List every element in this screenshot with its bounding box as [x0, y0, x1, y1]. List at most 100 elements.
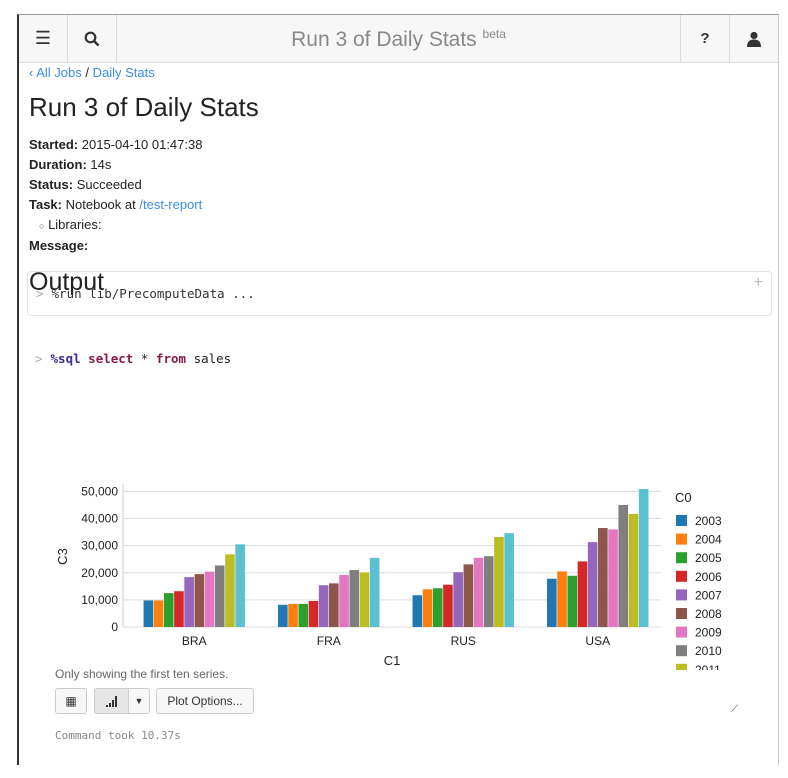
legend-swatch — [676, 608, 687, 619]
y-tick-label: 0 — [111, 620, 118, 634]
notebook-cell-sql[interactable]: > %sql select * from sales — [35, 351, 231, 366]
duration-value: 14s — [90, 157, 112, 172]
user-button[interactable] — [729, 15, 778, 62]
y-tick-label: 20,000 — [81, 566, 118, 580]
legend-swatch — [676, 515, 687, 526]
started-label: Started: — [29, 137, 79, 152]
bar — [359, 572, 370, 627]
app-window: ☰ Run 3 of Daily Stats beta ? ‹ All Jobs… — [17, 14, 779, 765]
legend-swatch — [676, 533, 687, 545]
chart-view-button[interactable] — [94, 688, 130, 714]
bar — [598, 528, 608, 627]
task-label: Task: — [29, 197, 62, 212]
y-tick-label: 50,000 — [81, 484, 118, 498]
bar — [557, 571, 567, 627]
top-bar: ☰ Run 3 of Daily Stats beta ? — [19, 15, 778, 63]
legend-label: 2007 — [695, 588, 722, 602]
plus-icon[interactable]: + — [754, 274, 763, 292]
bar — [369, 557, 380, 627]
caret-down-icon: ▼ — [134, 696, 144, 706]
legend-label: 2010 — [695, 644, 722, 658]
x-tick-label: FRA — [317, 634, 341, 648]
cell-code: %run lib/PrecomputeData ... — [51, 286, 255, 301]
beta-badge: beta — [482, 27, 506, 41]
notebook-cell-run[interactable]: > %run lib/PrecomputeData ... + — [27, 271, 772, 316]
table-icon: ▦ — [65, 694, 77, 708]
bar — [194, 574, 205, 627]
legend-label: 2009 — [695, 626, 722, 640]
header-title: Run 3 of Daily Stats beta — [19, 27, 778, 52]
bar — [174, 591, 184, 627]
bar-chart-icon — [106, 696, 117, 707]
bar — [504, 533, 514, 627]
x-axis-label: C1 — [384, 653, 401, 668]
help-button[interactable]: ? — [680, 15, 729, 62]
task-link[interactable]: /test-report — [139, 197, 202, 212]
bar — [329, 583, 339, 627]
bar — [422, 589, 433, 627]
bar — [235, 544, 245, 627]
bar — [577, 561, 588, 627]
resize-handle-icon[interactable]: ⟋ — [731, 704, 738, 715]
run-details: Started: 2015-04-10 01:47:38 Duration: 1… — [29, 135, 768, 256]
breadcrumb: ‹ All Jobs / Daily Stats — [29, 65, 768, 80]
bar — [308, 600, 319, 627]
legend-swatch — [676, 626, 687, 638]
bar — [153, 600, 164, 627]
breadcrumb-separator: / — [85, 65, 89, 80]
bar — [638, 488, 649, 627]
bar — [473, 557, 484, 627]
legend-swatch — [676, 645, 687, 657]
keyword-from: from — [155, 351, 187, 366]
chart-note: Only showing the first ten series. — [55, 667, 229, 681]
daily-stats-link[interactable]: Daily Stats — [93, 65, 155, 80]
cell-prompt: > — [35, 351, 43, 366]
bar — [628, 513, 639, 627]
legend-title: C0 — [675, 490, 692, 505]
header-title-text: Run 3 of Daily Stats — [291, 28, 477, 51]
y-axis-label: C3 — [55, 548, 70, 565]
status-value: Succeeded — [76, 177, 142, 192]
legend-label: 2008 — [695, 607, 722, 621]
legend-label: 2003 — [695, 514, 722, 528]
duration-label: Duration: — [29, 157, 87, 172]
bar — [608, 529, 618, 627]
started-value: 2015-04-10 01:47:38 — [81, 137, 203, 152]
bar — [412, 595, 423, 627]
sql-magic: %sql — [50, 351, 81, 366]
bar — [587, 542, 598, 627]
bar — [567, 575, 578, 627]
bar — [453, 572, 463, 627]
star: * — [140, 351, 149, 366]
bar — [204, 571, 215, 627]
cell-prompt: > — [36, 286, 44, 301]
bar — [214, 565, 225, 627]
legend-label: 2011 — [695, 663, 721, 670]
bar — [318, 585, 329, 627]
bar — [288, 603, 298, 627]
message-label: Message: — [29, 238, 89, 253]
table-view-button[interactable]: ▦ — [55, 688, 87, 714]
table-name: sales — [193, 351, 232, 366]
bar — [463, 564, 474, 627]
legend-label: 2005 — [695, 551, 722, 565]
legend-swatch — [676, 589, 687, 601]
bar — [339, 574, 349, 627]
bar — [483, 556, 494, 627]
legend-swatch — [676, 570, 687, 582]
bar — [163, 593, 174, 627]
bar — [432, 588, 443, 627]
legend-label: 2006 — [695, 570, 722, 584]
command-time: Command took 10.37s — [55, 729, 181, 742]
status-label: Status: — [29, 177, 74, 192]
all-jobs-link[interactable]: ‹ All Jobs — [29, 65, 82, 80]
chart-type-dropdown[interactable]: ▼ — [128, 688, 150, 714]
bar — [225, 554, 235, 627]
question-icon: ? — [700, 30, 710, 47]
bar — [494, 536, 504, 627]
legend-swatch — [676, 552, 687, 564]
page-title: Run 3 of Daily Stats — [29, 92, 259, 122]
y-tick-label: 40,000 — [81, 512, 118, 526]
y-tick-label: 30,000 — [81, 539, 118, 553]
plot-options-button[interactable]: Plot Options... — [156, 688, 254, 714]
